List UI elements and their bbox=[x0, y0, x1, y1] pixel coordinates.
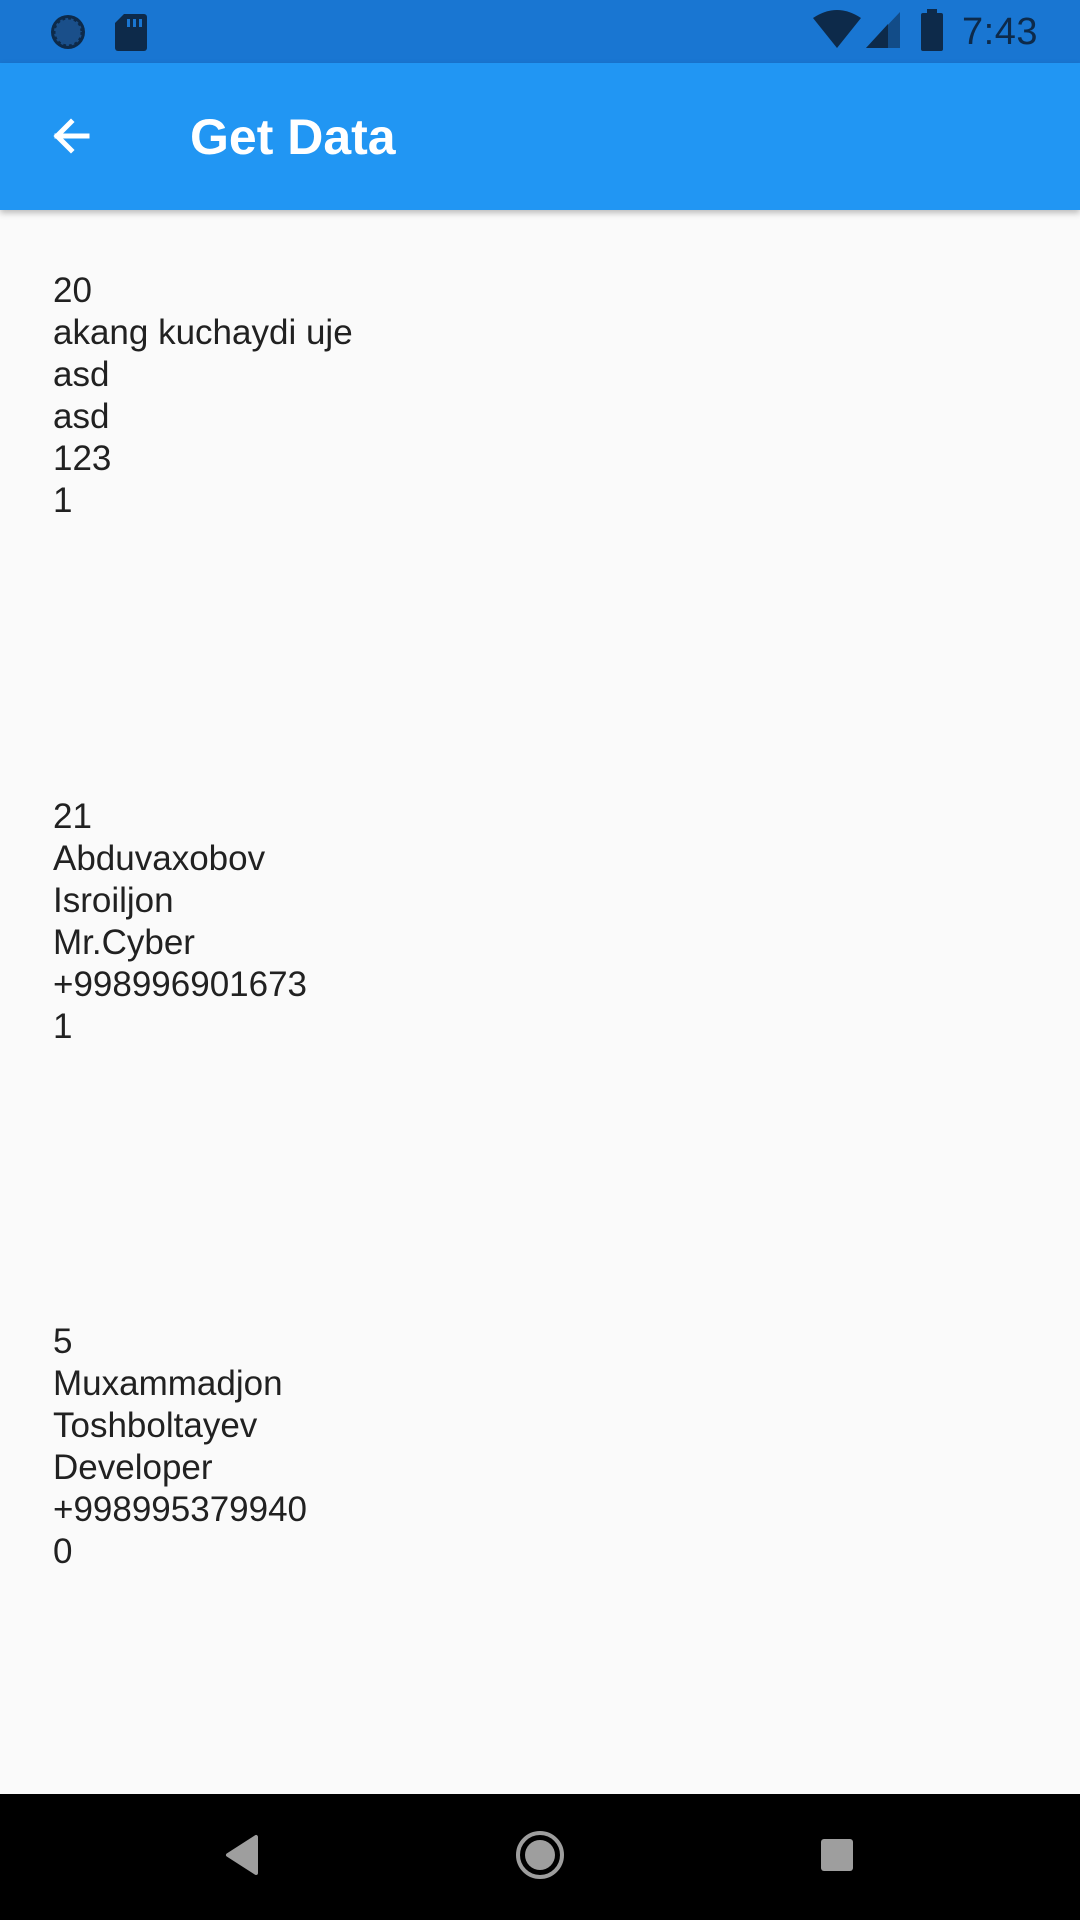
status-bar: 7:43 bbox=[0, 0, 1080, 63]
back-button[interactable] bbox=[26, 93, 116, 183]
record-flag: 1 bbox=[53, 481, 73, 520]
sd-card-icon bbox=[114, 12, 154, 52]
nav-recents-button[interactable] bbox=[802, 1822, 872, 1892]
back-triangle-icon bbox=[222, 1833, 262, 1882]
arrow-back-icon bbox=[47, 112, 95, 165]
list-item: 20 akang kuchaydi uje asd asd 123 1 bbox=[53, 270, 953, 522]
record-first-name: Toshboltayev bbox=[53, 1406, 258, 1445]
list-item: 21 Abduvaxobov Isroiljon Mr.Cyber +99899… bbox=[53, 796, 953, 1048]
record-flag: 1 bbox=[53, 1007, 73, 1046]
recents-square-icon bbox=[819, 1837, 855, 1878]
record-id: 5 bbox=[53, 1322, 73, 1361]
record-phone: +998995379940 bbox=[53, 1490, 308, 1529]
record-phone: +998996901673 bbox=[53, 965, 308, 1004]
page-title: Get Data bbox=[190, 109, 396, 165]
record-job: Developer bbox=[53, 1448, 213, 1487]
record-last-name: akang kuchaydi uje bbox=[53, 313, 353, 352]
record-first-name: Isroiljon bbox=[53, 881, 174, 920]
app-bar: Get Data bbox=[0, 63, 1080, 210]
nav-back-button[interactable] bbox=[207, 1822, 277, 1892]
record-first-name: asd bbox=[53, 355, 110, 394]
cell-signal-icon bbox=[864, 10, 902, 55]
record-id: 20 bbox=[53, 271, 92, 310]
status-time: 7:43 bbox=[962, 10, 1038, 53]
list-item: 5 Muxammadjon Toshboltayev Developer +99… bbox=[53, 1321, 953, 1573]
status-icons: 7:43 bbox=[812, 8, 1038, 56]
home-circle-icon bbox=[514, 1829, 566, 1886]
data-list[interactable]: 20 akang kuchaydi uje asd asd 123 1 21 A… bbox=[0, 210, 1080, 1794]
record-phone: 123 bbox=[53, 439, 112, 478]
wifi-icon bbox=[812, 9, 862, 55]
record-last-name: Abduvaxobov bbox=[53, 839, 266, 878]
navigation-bar bbox=[0, 1794, 1080, 1920]
record-id: 21 bbox=[53, 797, 92, 836]
record-job: Mr.Cyber bbox=[53, 923, 195, 962]
circle-notification-icon bbox=[48, 12, 88, 52]
record-flag: 0 bbox=[53, 1532, 73, 1571]
record-last-name: Muxammadjon bbox=[53, 1364, 283, 1403]
nav-home-button[interactable] bbox=[505, 1822, 575, 1892]
record-job: asd bbox=[53, 397, 110, 436]
battery-icon bbox=[920, 8, 944, 56]
